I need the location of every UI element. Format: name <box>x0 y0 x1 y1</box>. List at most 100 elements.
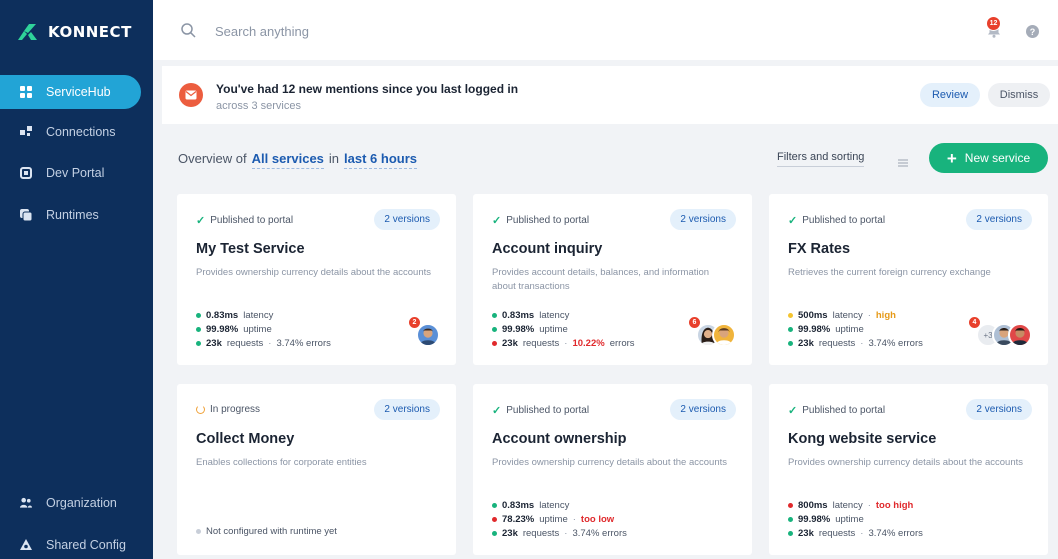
versions-button[interactable]: 2 versions <box>374 209 440 230</box>
card-title: FX Rates <box>788 241 851 257</box>
avatar-group[interactable]: 2 <box>408 316 440 347</box>
sidebar-item-label: Organization <box>46 496 117 510</box>
new-service-label: New service <box>964 151 1031 165</box>
runtimes-icon <box>20 209 32 221</box>
avatar <box>416 323 440 347</box>
new-service-button[interactable]: + New service <box>929 143 1048 173</box>
versions-button[interactable]: 2 versions <box>966 399 1032 420</box>
plus-icon: + <box>946 148 957 168</box>
status-text: Published to portal <box>210 215 294 226</box>
help-icon[interactable]: ? <box>1026 25 1039 38</box>
overview-middle: in <box>328 151 340 166</box>
metrics-list: 800ms latency · too high 99.98% uptime 23k re… <box>788 498 923 540</box>
card-description: Provides ownership currency details abou… <box>196 267 431 278</box>
sidebar-item-label: Shared Config <box>46 538 126 552</box>
check-icon: ✓ <box>788 215 798 227</box>
card-title: Collect Money <box>196 431 295 447</box>
metric-requests: 23k requests · 10.22% errors <box>492 336 635 350</box>
status-text: Published to portal <box>506 215 590 226</box>
versions-button[interactable]: 2 versions <box>966 209 1032 230</box>
review-button[interactable]: Review <box>920 83 980 107</box>
in-progress-spinner-icon <box>196 405 205 414</box>
dismiss-button[interactable]: Dismiss <box>988 83 1050 107</box>
service-card-collect-money[interactable]: In progress 2 versions Collect Money Ena… <box>177 384 456 555</box>
shared-config-icon <box>20 539 32 551</box>
sidebar-item-shared-config[interactable]: Shared Config <box>8 528 141 559</box>
card-title: My Test Service <box>196 241 305 257</box>
banner-subtitle: across 3 services <box>216 100 301 112</box>
mention-count-badge: 4 <box>968 316 981 329</box>
overview-heading: Overview of All services in last 6 hours <box>178 151 418 169</box>
versions-button[interactable]: 2 versions <box>670 209 736 230</box>
status-badge: ✓ Published to portal <box>492 214 589 227</box>
status-badge: In progress <box>196 404 260 415</box>
metrics-list: 0.83ms latency 99.98% uptime 23k requests · 1… <box>492 308 635 350</box>
metric-uptime: 99.98% uptime <box>788 322 923 336</box>
card-description: Provides account details, balances, and … <box>492 267 710 292</box>
metrics-list: 0.83ms latency 99.98% uptime 23k requests · 3… <box>196 308 331 350</box>
avatar-group[interactable]: 6 <box>688 316 736 347</box>
metric-uptime: 99.98% uptime <box>196 322 331 336</box>
grid-icon <box>20 86 32 98</box>
versions-button[interactable]: 2 versions <box>670 399 736 420</box>
runtime-status: Not configured with runtime yet <box>196 526 337 537</box>
search-icon[interactable] <box>181 23 196 43</box>
logo-text: KONNECT <box>48 23 132 41</box>
status-text: In progress <box>210 404 261 415</box>
mail-icon <box>179 83 203 107</box>
check-icon: ✓ <box>196 215 206 227</box>
users-icon <box>20 497 32 509</box>
overview-prefix: Overview of <box>178 151 247 166</box>
sidebar-item-connections[interactable]: Connections <box>8 115 141 149</box>
avatar <box>1008 323 1032 347</box>
service-scope-selector[interactable]: All services <box>251 151 324 169</box>
sidebar: KONNECT ServiceHub Connections Dev Porta… <box>0 0 153 559</box>
mention-count-badge: 2 <box>408 316 421 329</box>
metric-latency: 500ms latency · high <box>788 308 923 322</box>
menu-lines-icon[interactable] <box>898 154 908 172</box>
card-description: Enables collections for corporate entiti… <box>196 457 367 468</box>
card-description: Provides ownership currency details abou… <box>788 457 1023 468</box>
metric-uptime: 99.98% uptime <box>492 322 635 336</box>
avatar <box>712 323 736 347</box>
service-card-account-ownership[interactable]: ✓ Published to portal 2 versions Account … <box>473 384 752 555</box>
filters-and-sorting-link[interactable]: Filters and sorting <box>777 151 865 167</box>
sidebar-item-dev-portal[interactable]: Dev Portal <box>8 156 141 190</box>
kong-logo-icon <box>18 24 37 40</box>
status-badge: ✓ Published to portal <box>788 214 885 227</box>
sidebar-item-organization[interactable]: Organization <box>8 486 141 520</box>
sidebar-item-servicehub[interactable]: ServiceHub <box>0 75 141 109</box>
metrics-list: 0.83ms latency 78.23% uptime · too low 23k re… <box>492 498 627 540</box>
konnect-logo[interactable]: KONNECT <box>16 22 132 42</box>
metric-latency: 800ms latency · too high <box>788 498 923 512</box>
mentions-banner: You've had 12 new mentions since you las… <box>162 66 1058 124</box>
connections-icon <box>20 126 32 138</box>
sidebar-item-label: Dev Portal <box>46 166 105 180</box>
card-description: Retrieves the current foreign currency e… <box>788 267 991 278</box>
sidebar-item-runtimes[interactable]: Runtimes <box>8 198 141 232</box>
time-range-selector[interactable]: last 6 hours <box>344 151 418 169</box>
check-icon: ✓ <box>492 215 502 227</box>
metric-requests: 23k requests · 3.74% errors <box>788 336 923 350</box>
service-card-account-inquiry[interactable]: ✓ Published to portal 2 versions Account … <box>473 194 752 365</box>
versions-button[interactable]: 2 versions <box>374 399 440 420</box>
top-bar: 12 ? <box>153 0 1058 60</box>
metric-uptime: 78.23% uptime · too low <box>492 512 627 526</box>
status-text: Published to portal <box>506 405 590 416</box>
avatar-group[interactable]: 4 +3 <box>968 316 1032 347</box>
metric-latency: 0.83ms latency <box>196 308 331 322</box>
service-card-kong-website-service[interactable]: ✓ Published to portal 2 versions Kong web… <box>769 384 1048 555</box>
metrics-list: 500ms latency · high 99.98% uptime 23k reques… <box>788 308 923 350</box>
metric-latency: 0.83ms latency <box>492 308 635 322</box>
metric-requests: 23k requests · 3.74% errors <box>788 526 923 540</box>
notification-count-badge: 12 <box>986 16 1001 31</box>
status-badge: ✓ Published to portal <box>196 214 293 227</box>
service-card-my-test-service[interactable]: ✓ Published to portal 2 versions My Test … <box>177 194 456 365</box>
sidebar-item-label: Connections <box>46 125 116 139</box>
search-input[interactable] <box>215 20 615 42</box>
status-badge: ✓ Published to portal <box>788 404 885 417</box>
banner-title: You've had 12 new mentions since you las… <box>216 82 519 96</box>
status-text: Published to portal <box>802 405 886 416</box>
metric-requests: 23k requests · 3.74% errors <box>492 526 627 540</box>
service-card-fx-rates[interactable]: ✓ Published to portal 2 versions FX Rates… <box>769 194 1048 365</box>
